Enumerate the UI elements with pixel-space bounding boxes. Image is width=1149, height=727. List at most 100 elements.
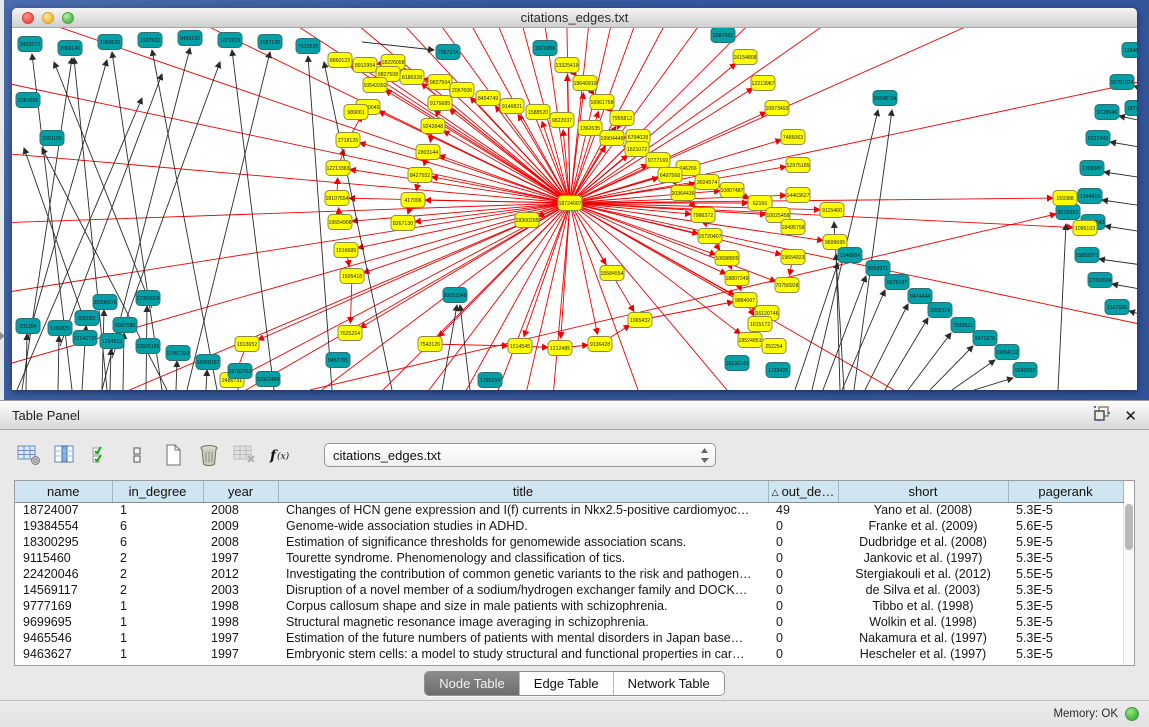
graph-node[interactable]: 2051105 bbox=[40, 131, 64, 146]
table-selector-dropdown[interactable]: citations_edges.txt bbox=[324, 443, 716, 467]
graph-node[interactable]: 9466162 bbox=[178, 31, 202, 46]
graph-node[interactable]: 13325419 bbox=[555, 58, 579, 73]
graph-node[interactable]: 12213383 bbox=[326, 161, 350, 176]
graph-node[interactable]: 7625254 bbox=[338, 326, 362, 341]
column-header-short[interactable]: short bbox=[838, 481, 1008, 502]
graph-node[interactable]: 12142737 bbox=[73, 331, 97, 346]
graph-node[interactable]: 16648794 bbox=[873, 91, 897, 106]
graph-node[interactable]: 12923468 bbox=[256, 372, 280, 387]
graph-node[interactable]: 17016504 bbox=[1088, 273, 1112, 288]
column-header-title[interactable]: title bbox=[278, 481, 768, 502]
graph-node[interactable]: 1214519 bbox=[100, 334, 124, 349]
graph-node[interactable]: 331394 bbox=[16, 319, 40, 334]
graph-node[interactable]: 15892971 bbox=[1075, 248, 1099, 263]
graph-node[interactable]: 1667135 bbox=[258, 35, 282, 50]
graph-node[interactable]: 9245652 bbox=[1013, 363, 1037, 378]
graph-node[interactable]: 15720407 bbox=[698, 229, 722, 244]
graph-node[interactable]: 16958187 bbox=[196, 355, 220, 370]
graph-node[interactable]: 12213987 bbox=[751, 76, 775, 91]
column-header-in_degree[interactable]: in_degree bbox=[112, 481, 203, 502]
graph-node[interactable]: 1921858 bbox=[533, 41, 557, 56]
graph-node[interactable]: 159388 bbox=[1053, 191, 1077, 206]
table-scrollbar[interactable] bbox=[1123, 503, 1134, 665]
table-row[interactable]: 1830029562008Estimation of significance … bbox=[15, 534, 1123, 550]
graph-node[interactable]: 2935114 bbox=[928, 303, 952, 318]
graph-node[interactable]: 2403572 bbox=[18, 37, 42, 52]
graph-node[interactable]: 1615172 bbox=[748, 317, 772, 332]
graph-node[interactable]: 1514545 bbox=[508, 339, 532, 354]
graph-node[interactable]: 17957233 bbox=[166, 346, 190, 361]
graph-node[interactable]: 1212485 bbox=[548, 341, 572, 356]
graph-node[interactable]: 7485063 bbox=[781, 130, 805, 145]
graph-node[interactable]: 7957224 bbox=[436, 45, 460, 60]
new-document-icon[interactable] bbox=[158, 440, 188, 470]
graph-node[interactable]: 18107554 bbox=[325, 191, 349, 206]
table-row[interactable]: 969969511998Structural magnetic resonanc… bbox=[15, 614, 1123, 630]
graph-node[interactable]: 8427552 bbox=[408, 168, 432, 183]
graph-node[interactable]: 70756928 bbox=[775, 278, 799, 293]
graph-node[interactable]: 2718126 bbox=[336, 133, 360, 148]
graph-node[interactable]: 14463627 bbox=[786, 188, 810, 203]
table-row[interactable]: 2242004622012Investigating the contribut… bbox=[15, 566, 1123, 582]
graph-node[interactable]: 20053346 bbox=[443, 288, 467, 303]
network-canvas[interactable]: 1872400724035722069140106653215276029466… bbox=[12, 28, 1137, 390]
graph-node[interactable]: 9146821 bbox=[500, 99, 524, 114]
graph-node[interactable]: 8186328 bbox=[400, 70, 424, 85]
graph-node[interactable]: 9457791 bbox=[326, 353, 350, 368]
graph-node[interactable]: 16154808 bbox=[733, 50, 757, 65]
column-header-pagerank[interactable]: pagerank bbox=[1008, 481, 1123, 502]
graph-node[interactable]: 20206576 bbox=[93, 295, 117, 310]
table-row[interactable]: 1872400712008Changes of HCN gene express… bbox=[15, 502, 1123, 518]
graph-node[interactable]: 9227343 bbox=[1086, 131, 1110, 146]
column-header-year[interactable]: year bbox=[203, 481, 278, 502]
graph-node[interactable]: 2067606 bbox=[450, 83, 474, 98]
graph-node[interactable]: 2061059 bbox=[16, 93, 40, 108]
graph-node[interactable]: 1588520 bbox=[526, 105, 550, 120]
function-builder-icon[interactable]: f(x) bbox=[266, 440, 296, 470]
graph-node[interactable]: 1154808 bbox=[1122, 43, 1137, 58]
column-header-out_de[interactable]: △out_de… bbox=[768, 481, 838, 502]
graph-node[interactable]: 18300295 bbox=[515, 213, 539, 228]
table-row[interactable]: 911546021997Tourette syndrome. Phenomeno… bbox=[15, 550, 1123, 566]
graph-node[interactable]: 1913652 bbox=[235, 337, 259, 352]
graph-node[interactable]: 1167535 bbox=[1105, 300, 1129, 315]
graph-node[interactable]: 16961758 bbox=[590, 95, 614, 110]
graph-node[interactable]: 15751074 bbox=[1110, 75, 1134, 90]
graph-node[interactable]: 7515526 bbox=[296, 39, 320, 54]
graph-node[interactable]: 8454749 bbox=[476, 91, 500, 106]
graph-node[interactable]: 19654923 bbox=[781, 250, 805, 265]
graph-node[interactable]: 9242848 bbox=[421, 119, 445, 134]
graph-node[interactable]: 252254 bbox=[762, 339, 786, 354]
graph-node[interactable]: 9136428 bbox=[588, 337, 612, 352]
tab-network-table[interactable]: Network Table bbox=[614, 672, 724, 695]
graph-node[interactable]: 10543392 bbox=[363, 78, 387, 93]
graph-node[interactable]: 8958921 bbox=[866, 261, 890, 276]
graph-node[interactable]: 10654112 bbox=[995, 345, 1019, 360]
graph-node[interactable]: 2087682 bbox=[711, 28, 735, 43]
graph-node[interactable]: 18495758 bbox=[781, 220, 805, 235]
graph-node[interactable]: 9827504 bbox=[428, 75, 452, 90]
graph-node[interactable]: 1065432 bbox=[628, 313, 652, 328]
split-rows-icon[interactable] bbox=[122, 440, 152, 470]
tab-edge-table[interactable]: Edge Table bbox=[520, 672, 614, 695]
panel-collapse-handle[interactable] bbox=[0, 332, 5, 340]
graph-node[interactable]: 8860123 bbox=[328, 53, 352, 68]
graph-node[interactable]: 18640910 bbox=[573, 76, 597, 91]
graph-node[interactable]: 9097588 bbox=[113, 318, 137, 333]
graph-node[interactable]: 10688809 bbox=[715, 251, 739, 266]
graph-node[interactable]: 989061 bbox=[344, 105, 368, 120]
select-column-icon[interactable] bbox=[50, 440, 80, 470]
graph-node[interactable]: 6679197 bbox=[885, 275, 909, 290]
scrollbar-thumb[interactable] bbox=[1125, 504, 1133, 550]
table-row[interactable]: 946362711997Embryonic stem cells: a mode… bbox=[15, 646, 1123, 662]
network-window-titlebar[interactable]: citations_edges.txt bbox=[12, 8, 1137, 28]
graph-node[interactable]: 9115460 bbox=[820, 203, 844, 218]
table-row[interactable]: 1938455462009Genome-wide association stu… bbox=[15, 518, 1123, 534]
table-row[interactable]: 946554611997Estimation of the future num… bbox=[15, 630, 1123, 646]
graph-node[interactable]: 9884067 bbox=[733, 293, 757, 308]
graph-node[interactable]: 6497568 bbox=[658, 168, 682, 183]
graph-node[interactable]: 15136141 bbox=[725, 356, 749, 371]
graph-node[interactable]: 1071919 bbox=[218, 33, 242, 48]
window-zoom-button[interactable] bbox=[62, 12, 74, 24]
table-row[interactable]: 977716911998Corpus callosum shape and si… bbox=[15, 598, 1123, 614]
